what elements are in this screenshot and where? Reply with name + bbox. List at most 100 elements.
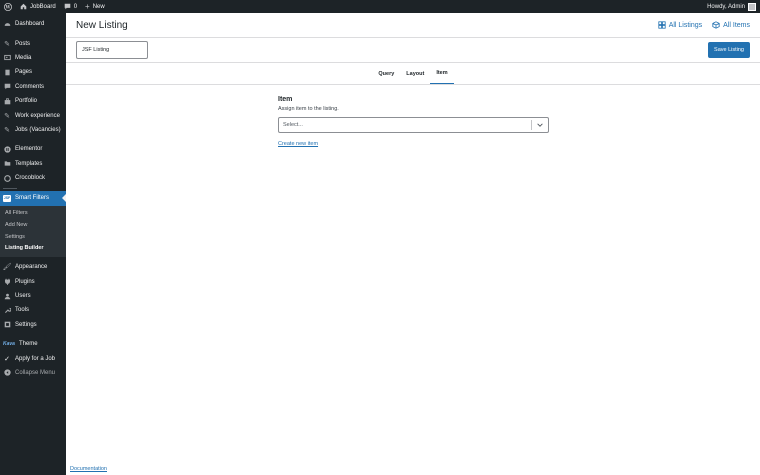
sidebar-item-label: Apply for a Job (15, 355, 56, 362)
sidebar-item-label: Jobs (Vacancies) (15, 126, 61, 133)
sidebar-item-smart-filters[interactable]: JSF Smart Filters (0, 191, 66, 206)
folder-icon (3, 160, 11, 168)
chevron-down-icon[interactable] (531, 120, 548, 130)
sidebar-item-media[interactable]: Media (0, 51, 66, 65)
sidebar-item-label: Dashboard (15, 21, 45, 28)
sidebar-item-label: Media (15, 54, 32, 61)
sidebar-item-label: Comments (15, 83, 45, 90)
plus-icon: + (85, 2, 90, 11)
sidebar-item-jobs[interactable]: ✎ Jobs (Vacancies) (0, 123, 66, 137)
crocoblock-icon (3, 174, 11, 182)
admin-sidebar: Dashboard ✎ Posts Media Pages Comments P… (0, 13, 66, 475)
wordpress-logo[interactable]: W (0, 0, 16, 13)
sidebar-item-label: Appearance (15, 264, 48, 271)
sidebar-item-label: Work experience (15, 112, 60, 119)
svg-text:W: W (5, 5, 11, 10)
panel-title: Item (278, 96, 293, 103)
pin-icon: ✎ (4, 112, 10, 120)
settings-icon (3, 321, 11, 329)
submenu-item-all-filters[interactable]: All Filters (0, 208, 66, 220)
sidebar-item-dashboard[interactable]: Dashboard (0, 17, 66, 31)
listing-name-input[interactable] (76, 41, 148, 59)
elementor-icon (3, 145, 11, 153)
cube-icon (712, 21, 720, 29)
sidebar-item-label: Elementor (15, 146, 43, 153)
greeting: Howdy, Admin (707, 3, 745, 10)
sidebar-item-appearance[interactable]: 🖌 Appearance (0, 260, 66, 274)
sidebar-item-label: Users (15, 293, 31, 300)
submenu-item-add-new[interactable]: Add New (0, 219, 66, 231)
sidebar-item-theme[interactable]: Kava Theme (0, 337, 66, 351)
tab-layout[interactable]: Layout (400, 63, 430, 84)
plug-icon (3, 278, 11, 286)
user-icon (3, 292, 11, 300)
pages-icon (3, 68, 11, 76)
sidebar-item-templates[interactable]: Templates (0, 157, 66, 171)
save-listing-button[interactable]: Save Listing (708, 42, 750, 58)
sidebar-item-label: Smart Filters (15, 195, 50, 202)
panel-description: Assign item to the listing. (278, 106, 339, 112)
create-new-item-link[interactable]: Create new item (278, 141, 318, 147)
sidebar-item-label: Templates (15, 160, 43, 167)
listing-toolbar: Save Listing (66, 38, 760, 63)
sidebar-item-label: Collapse Menu (15, 369, 56, 376)
theme-logo-icon: Kava (3, 341, 15, 348)
sidebar-item-label: Settings (15, 321, 37, 328)
sidebar-item-label: Portfolio (15, 98, 38, 105)
jsf-icon: JSF (3, 194, 11, 202)
sidebar-item-label: Posts (15, 40, 31, 47)
comment-bubble-icon (64, 3, 70, 10)
submenu-item-listing-builder[interactable]: Listing Builder (0, 242, 66, 254)
sidebar-item-posts[interactable]: ✎ Posts (0, 36, 66, 50)
all-listings-label: All Listings (668, 21, 703, 29)
wordpress-icon: W (4, 2, 12, 11)
sidebar-item-work-experience[interactable]: ✎ Work experience (0, 108, 66, 122)
smart-filters-submenu: All Filters Add New Settings Listing Bui… (0, 205, 66, 258)
sidebar-item-pages[interactable]: Pages (0, 65, 66, 79)
item-select[interactable]: Select... (278, 117, 549, 133)
sidebar-item-portfolio[interactable]: Portfolio (0, 94, 66, 108)
site-name-link[interactable]: JobBoard (16, 0, 60, 13)
page-header: New Listing All Listings All Items (66, 13, 760, 38)
comments-link[interactable]: 0 (60, 0, 81, 13)
main-content: New Listing All Listings All Items Save … (66, 13, 760, 475)
sidebar-item-settings[interactable]: Settings (0, 318, 66, 332)
documentation-link[interactable]: Documentation (70, 466, 107, 472)
sidebar-item-crocoblock[interactable]: Crocoblock (0, 171, 66, 185)
tab-item[interactable]: Item (430, 63, 454, 84)
sidebar-item-tools[interactable]: Tools (0, 303, 66, 317)
sidebar-item-label: Tools (15, 307, 30, 314)
collapse-menu-button[interactable]: Collapse Menu (0, 366, 66, 380)
sidebar-item-apply-for-a-job[interactable]: ✓ Apply for a Job (0, 351, 66, 365)
pin-icon: ✎ (4, 40, 10, 48)
new-label: New (92, 3, 105, 10)
sidebar-item-elementor[interactable]: Elementor (0, 142, 66, 156)
site-name: JobBoard (30, 3, 56, 10)
sidebar-item-label: Pages (15, 69, 33, 76)
avatar (748, 2, 756, 11)
listing-tabs: Query Layout Item (66, 63, 760, 85)
all-items-link[interactable]: All Items (712, 21, 750, 29)
brush-icon: 🖌 (2, 264, 12, 272)
sidebar-item-comments[interactable]: Comments (0, 80, 66, 94)
tab-query[interactable]: Query (372, 63, 400, 84)
sidebar-item-users[interactable]: Users (0, 289, 66, 303)
account-menu[interactable]: Howdy, Admin (707, 2, 760, 11)
all-items-label: All Items (723, 21, 750, 29)
admin-bar: W JobBoard 0 + New Howdy, Admin (0, 0, 760, 13)
header-links: All Listings All Items (658, 21, 760, 29)
home-icon (20, 3, 27, 10)
submenu-item-settings[interactable]: Settings (0, 231, 66, 243)
wrench-icon (3, 306, 11, 314)
portfolio-icon (3, 97, 11, 105)
item-select-placeholder: Select... (283, 122, 303, 128)
all-listings-link[interactable]: All Listings (658, 21, 702, 29)
check-icon: ✓ (4, 355, 10, 363)
grid-icon (658, 21, 666, 29)
media-icon (3, 54, 11, 62)
sidebar-item-plugins[interactable]: Plugins (0, 274, 66, 288)
sidebar-item-label: Plugins (15, 278, 35, 285)
dashboard-icon (3, 20, 11, 28)
item-panel: Item Assign item to the listing. Select.… (278, 96, 549, 147)
new-content-link[interactable]: + New (81, 0, 109, 13)
